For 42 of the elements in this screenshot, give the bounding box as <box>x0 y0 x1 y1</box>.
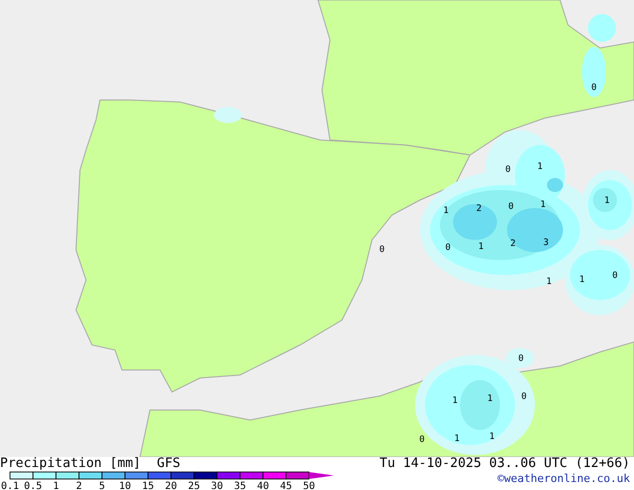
precipitation-value: 0 <box>379 245 385 255</box>
legend-tick-label: 5 <box>98 481 106 490</box>
precipitation-value: 3 <box>543 238 549 248</box>
precipitation-value: 0 <box>521 392 527 402</box>
precipitation-value: 0 <box>612 271 618 281</box>
precipitation-value: 0 <box>591 83 597 93</box>
legend-tick-label: 30 <box>210 481 224 490</box>
precipitation-value: 0 <box>508 202 514 212</box>
legend-tick-label: 15 <box>142 481 154 490</box>
precipitation-value: 1 <box>487 394 493 404</box>
precipitation-value: 0 <box>505 165 511 175</box>
legend-tick-label: 2 <box>76 481 82 490</box>
precipitation-value: 0 <box>518 354 524 364</box>
precipitation-value: 0 <box>419 435 425 445</box>
precipitation-value: 1 <box>537 162 543 172</box>
precipitation-value: 0 <box>445 243 451 253</box>
precipitation-value: 1 <box>478 242 484 252</box>
legend-tick-label: 20 <box>164 481 178 490</box>
legend-tick-label: 1 <box>52 481 60 490</box>
precipitation-value: 1 <box>540 200 546 210</box>
precipitation-value: 1 <box>546 277 552 287</box>
legend-tick-label: 45 <box>280 481 292 490</box>
precipitation-value: 1 <box>604 196 610 206</box>
legend-arrow-icon <box>309 472 334 479</box>
legend-tick-label: 50 <box>302 481 316 490</box>
forecast-time: Tu 14-10-2025 03..06 UTC (12+66) <box>380 457 630 471</box>
precipitation-value: 1 <box>489 432 495 442</box>
precipitation-value: 2 <box>476 204 482 214</box>
credit-link[interactable]: ©weatheronline.co.uk <box>498 471 630 488</box>
legend-tick-label: 25 <box>188 481 200 490</box>
legend-tick-label: 10 <box>118 481 132 490</box>
map-title: Precipitation [mm] <box>0 457 141 471</box>
precipitation-value: 1 <box>454 434 460 444</box>
legend-tick-label: 35 <box>234 481 246 490</box>
legend-tick-label: 0.5 <box>24 481 42 490</box>
precipitation-value: 1 <box>443 206 449 216</box>
precipitation-value: 1 <box>452 396 458 406</box>
precipitation-value: 1 <box>579 275 585 285</box>
model-name: GFS <box>156 457 180 471</box>
legend-tick-label: 0.1 <box>0 481 20 490</box>
legend-tick-label: 40 <box>256 481 270 490</box>
precipitation-value: 2 <box>510 239 516 249</box>
